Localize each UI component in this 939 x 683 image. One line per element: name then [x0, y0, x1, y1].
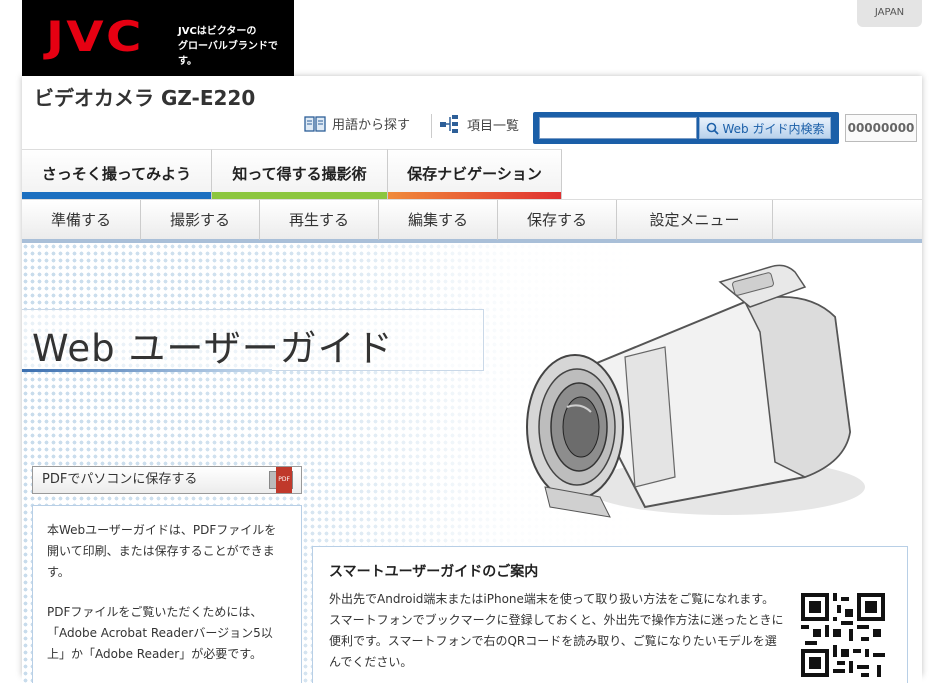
- sub-menu: 準備する 撮影する 再生する 編集する 保存する 設定メニュー: [22, 199, 922, 243]
- smart-guide-box: スマートユーザーガイドのご案内 外出先でAndroid端末またはiPhone端末…: [312, 546, 908, 683]
- menu-prepare[interactable]: 準備する: [22, 200, 141, 240]
- tab-label: 保存ナビゲーション: [407, 165, 542, 183]
- region-button[interactable]: JAPAN: [857, 0, 922, 27]
- tagline-line-1: JVCはビクターの: [178, 26, 257, 37]
- menu-record[interactable]: 撮影する: [141, 200, 260, 240]
- smart-guide-title: スマートユーザーガイドのご案内: [329, 564, 539, 580]
- menu-playback[interactable]: 再生する: [260, 200, 379, 240]
- pdf-icon: PDF: [269, 467, 293, 493]
- jvc-logo[interactable]: JVC JVCはビクターの グローバルブランドです。: [22, 0, 294, 76]
- hero-title-box: Web ユーザーガイド: [22, 309, 484, 372]
- tab-get-started[interactable]: さっそく撮ってみよう: [22, 149, 212, 199]
- smart-guide-text: 外出先でAndroid端末またはiPhone端末を使って取り扱い方法をご覧になれ…: [329, 592, 784, 669]
- pdf-info-paragraph-2: PDFファイルをご覧いただくためには、「Adobe Acrobat Reader…: [47, 605, 273, 661]
- search-bar: Web ガイド内検索: [533, 112, 839, 144]
- glossary-label: 用語から探す: [332, 118, 411, 133]
- menu-settings[interactable]: 設定メニュー: [617, 200, 773, 240]
- logo-text: JVC: [46, 12, 144, 61]
- page-frame: ビデオカメラ GZ-E220 用語から探す 項目一覧 Web ガイド内検索 00…: [22, 76, 922, 683]
- book-icon: [304, 115, 326, 132]
- pdf-icon-label: PDF: [276, 467, 292, 493]
- visit-counter: 00000000: [845, 114, 917, 142]
- pdf-info-paragraph-1: 本Webユーザーガイドは、PDFファイルを開いて印刷、または保存することができま…: [47, 523, 277, 579]
- hero-area: Web ユーザーガイド PDFでパソコンに保存する PDF 本Webユーザーガイ…: [22, 243, 922, 683]
- tagline-line-2: グローバルブランドです。: [178, 41, 278, 67]
- tab-label: さっそく撮ってみよう: [41, 165, 192, 183]
- tree-icon: [440, 115, 458, 133]
- search-input[interactable]: [539, 117, 697, 139]
- tab-color-bar: [388, 192, 561, 199]
- hero-title-underline: [22, 369, 272, 372]
- tab-shooting-tips[interactable]: 知って得する撮影術: [212, 149, 388, 199]
- top-bar: JVC JVCはビクターの グローバルブランドです。 JAPAN: [0, 0, 939, 76]
- index-label: 項目一覧: [467, 118, 520, 134]
- tab-save-navigation[interactable]: 保存ナビゲーション: [388, 149, 562, 199]
- search-icon: [706, 122, 719, 135]
- tab-color-bar: [22, 192, 211, 199]
- product-title: ビデオカメラ GZ-E220: [34, 86, 256, 110]
- hero-title: Web ユーザーガイド: [32, 327, 394, 370]
- pdf-info-box: 本Webユーザーガイドは、PDFファイルを開いて印刷、または保存することができま…: [32, 505, 302, 683]
- index-link[interactable]: 項目一覧: [439, 114, 519, 134]
- tab-label: 知って得する撮影術: [232, 165, 367, 183]
- pdf-save-label: PDFでパソコンに保存する: [42, 472, 198, 487]
- utility-divider: [431, 114, 432, 138]
- camcorder-illustration: [526, 264, 865, 518]
- brand-tagline: JVCはビクターの グローバルブランドです。: [178, 24, 294, 69]
- menu-save[interactable]: 保存する: [498, 200, 617, 240]
- search-button-label: Web ガイド内検索: [722, 121, 825, 136]
- search-button[interactable]: Web ガイド内検索: [699, 117, 831, 139]
- glossary-link[interactable]: 用語から探す: [304, 114, 410, 133]
- category-tabs: さっそく撮ってみよう 知って得する撮影術 保存ナビゲーション: [22, 149, 562, 199]
- pdf-save-button[interactable]: PDFでパソコンに保存する PDF: [32, 466, 302, 494]
- qr-code-icon[interactable]: [801, 593, 885, 677]
- tab-color-bar: [212, 192, 387, 199]
- menu-edit[interactable]: 編集する: [379, 200, 498, 240]
